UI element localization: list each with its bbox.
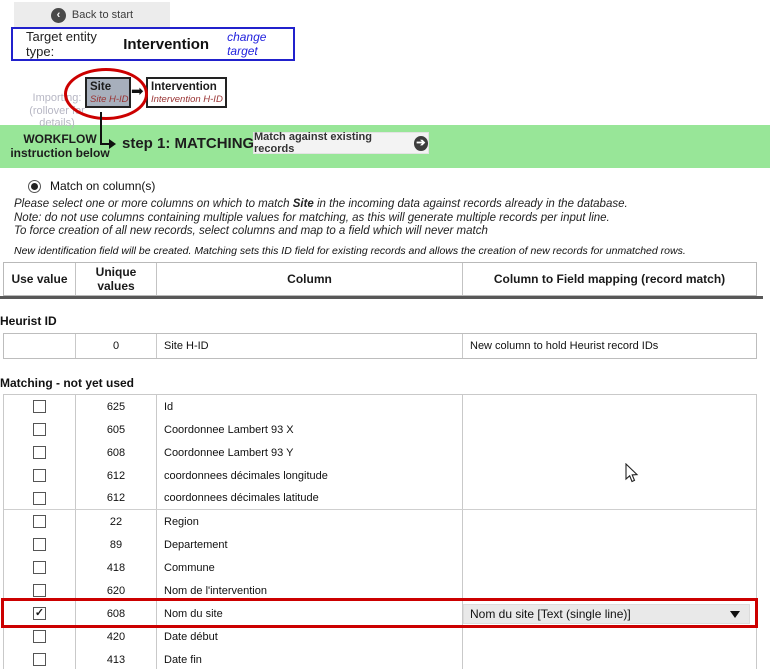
back-to-start-button[interactable]: ‹ Back to start [14, 2, 170, 28]
back-to-start-label: Back to start [72, 9, 133, 21]
use-value-checkbox[interactable] [33, 423, 46, 436]
table-row: 418 Commune [4, 556, 756, 579]
use-value-checkbox[interactable] [33, 469, 46, 482]
matching-section-title: Matching - not yet used [0, 376, 134, 390]
heurist-unique-count: 0 [76, 334, 157, 358]
heurist-mapping-text: New column to hold Heurist record IDs [463, 334, 756, 358]
table-row: 608 Coordonnee Lambert 93 Y [4, 441, 756, 464]
match-on-columns-option: Match on column(s) [28, 179, 155, 193]
import-matching-screen: ‹ Back to start Target entity type: Inte… [0, 0, 770, 669]
field-mapping-select[interactable]: Nom du site [Text (single line)] [463, 604, 750, 624]
table-row: 89 Departement [4, 533, 756, 556]
connector-arrowhead-icon [109, 139, 116, 149]
forward-arrow-icon: ➔ [414, 136, 428, 151]
target-entity-value: Intervention [123, 36, 209, 53]
matching-instructions: Please select one or more columns on whi… [14, 198, 628, 239]
target-entity-label: Target entity type: [26, 29, 118, 59]
header-divider [0, 296, 763, 299]
table-row: 612 coordonnees décimales latitude [4, 487, 756, 510]
header-unique-values: Unique values [76, 263, 157, 295]
change-target-link[interactable]: change target [227, 30, 293, 58]
use-value-checkbox[interactable] [33, 584, 46, 597]
use-value-checkbox[interactable] [33, 515, 46, 528]
use-value-checkbox[interactable] [33, 653, 46, 666]
match-on-columns-radio[interactable] [28, 180, 41, 193]
matching-columns-table: 625 Id 605 Coordonnee Lambert 93 X 608 C… [3, 394, 757, 669]
table-row: 605 Coordonnee Lambert 93 X [4, 418, 756, 441]
use-value-checkbox[interactable] [33, 400, 46, 413]
dropdown-caret-icon [730, 611, 740, 618]
use-value-checkbox[interactable] [33, 607, 46, 620]
id-field-note: New identification field will be created… [14, 245, 686, 257]
target-entity-panel: Target entity type: Intervention change … [11, 27, 295, 61]
header-use-value: Use value [4, 263, 76, 295]
heurist-id-row: 0 Site H-ID New column to hold Heurist r… [3, 333, 757, 359]
heurist-id-section-title: Heurist ID [0, 314, 57, 328]
table-row: 612 coordonnees décimales longitude [4, 464, 756, 487]
table-row: 625 Id [4, 395, 756, 418]
columns-header-row: Use value Unique values Column Column to… [3, 262, 757, 296]
table-row: 413 Date fin [4, 648, 756, 669]
match-on-columns-label: Match on column(s) [50, 179, 155, 193]
use-value-checkbox[interactable] [33, 561, 46, 574]
red-ellipse-annotation [64, 68, 148, 120]
table-row: 420 Date début [4, 625, 756, 648]
table-row: 22 Region [4, 510, 756, 533]
workflow-banner-label: WORKFLOW instruction below [0, 132, 120, 160]
step1-matching-label: step 1: MATCHING [122, 135, 254, 152]
use-value-checkbox[interactable] [33, 492, 46, 505]
header-column: Column [157, 263, 463, 295]
connector-line-vertical [100, 112, 102, 145]
use-value-checkbox[interactable] [33, 446, 46, 459]
intervention-entity-box[interactable]: Intervention Intervention H-ID [146, 77, 227, 108]
table-row-nom-du-site: 608 Nom du site Nom du site [Text (singl… [4, 602, 756, 625]
use-value-checkbox[interactable] [33, 538, 46, 551]
heurist-column-name: Site H-ID [157, 334, 463, 358]
intervention-hid-label: Intervention H-ID [151, 94, 225, 105]
use-value-checkbox[interactable] [33, 630, 46, 643]
match-against-existing-records-button[interactable]: Match against existing records ➔ [253, 132, 429, 154]
header-field-mapping: Column to Field mapping (record match) [463, 263, 756, 295]
back-arrow-icon: ‹ [51, 8, 66, 23]
table-row: 620 Nom de l'intervention [4, 579, 756, 602]
